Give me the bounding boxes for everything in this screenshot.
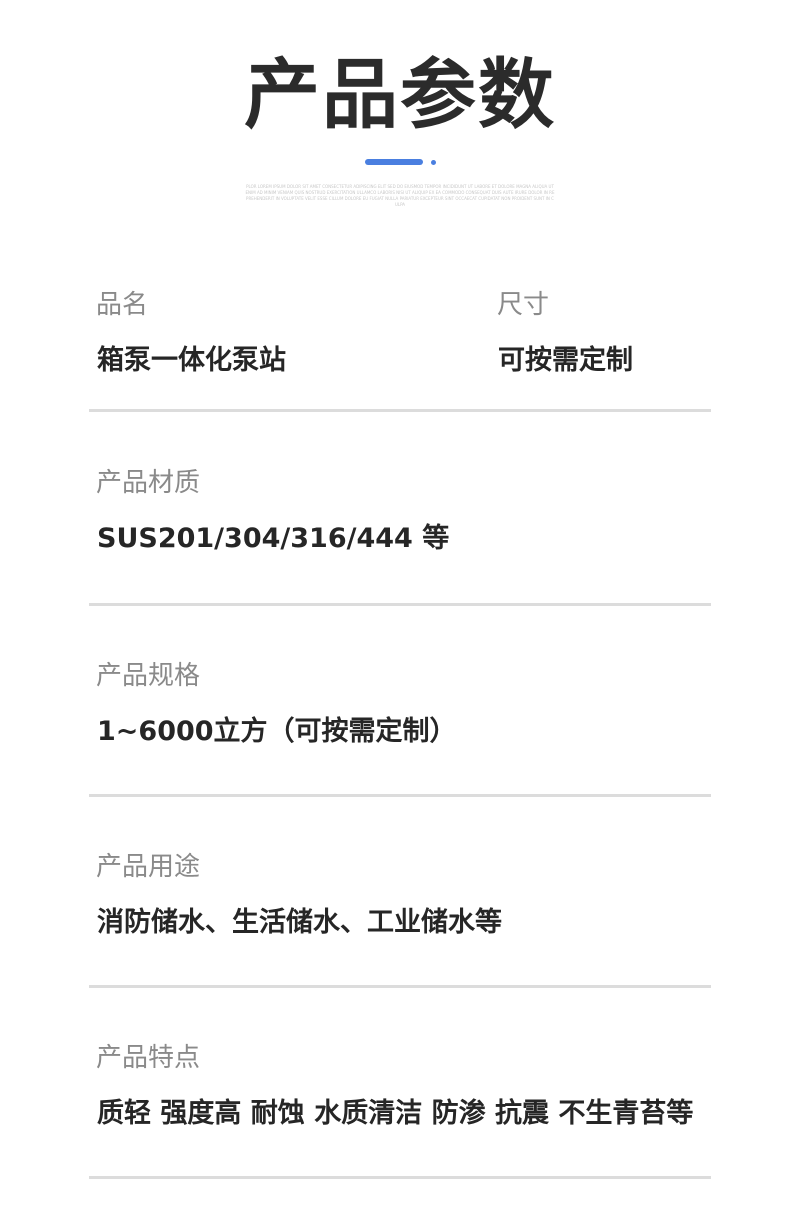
size-value: 可按需定制 [498,345,633,376]
name-label: 品名 [96,290,149,320]
divider-2 [89,603,711,606]
spec-label: 产品规格 [96,661,201,691]
size-label: 尺寸 [497,290,550,320]
title-accent-dot [431,160,436,165]
material-label: 产品材质 [96,468,201,498]
divider-4 [89,985,711,988]
divider-3 [89,794,711,797]
title-accent-bar [365,159,423,165]
usage-label: 产品用途 [96,852,201,882]
features-label: 产品特点 [96,1043,201,1073]
usage-value: 消防储水、生活储水、工业储水等 [97,907,502,938]
name-value: 箱泵一体化泵站 [97,345,286,376]
divider-5 [89,1176,711,1179]
decorative-fine-print: PLOR LOREM IPSUM DOLOR SIT AMET CONSECTE… [245,184,555,206]
material-value: SUS201/304/316/444 等 [97,523,450,554]
divider-1 [89,409,711,412]
page-title: 产品参数 [244,50,556,139]
spec-value: 1~6000立方（可按需定制） [97,716,457,747]
features-value: 质轻 强度高 耐蚀 水质清洁 防渗 抗震 不生青苔等 [97,1098,694,1129]
